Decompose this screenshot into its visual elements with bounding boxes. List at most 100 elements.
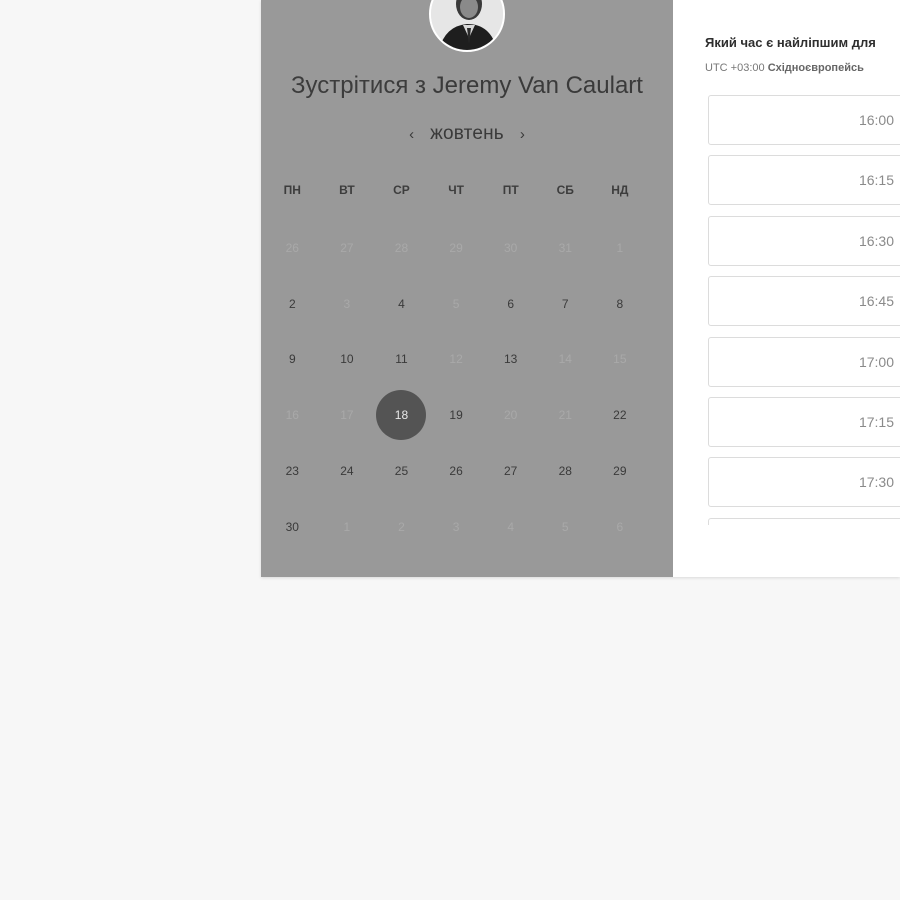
calendar-days-grid: 26 27 28 29 30 31 1 2 3 4 5 6 7 8 9 10 11 12 13 14 15 16 17 18 1… [265,220,675,555]
calendar-day[interactable]: 2 [265,276,320,332]
calendar-day-number: 23 [285,464,299,479]
calendar-day: 17 [320,387,375,443]
weekday-header: ПН ВТ СР ЧТ ПТ СБ НД [265,180,675,200]
calendar-day[interactable]: 23 [265,443,320,499]
calendar-day-number: 26 [285,240,299,255]
calendar-day[interactable]: 28 [538,443,593,499]
calendar-day[interactable]: 22 [593,387,648,443]
calendar-day: 26 [265,220,320,276]
time-slot-button[interactable]: 17:00 [708,336,900,387]
calendar-day: 1 [593,220,648,276]
calendar-day-number: 11 [395,352,408,367]
calendar-day-number: 2 [398,519,405,534]
calendar-day[interactable]: 7 [538,276,593,332]
timezone-name: Східноєвропейсь [767,62,864,74]
calendar-day-number: 12 [449,352,463,367]
calendar-day[interactable]: 11 [374,332,429,388]
calendar-day-number: 20 [503,408,518,423]
time-slot-button[interactable]: 16:00 [708,95,900,145]
calendar-day-number: 28 [394,240,409,255]
calendar-day[interactable]: 8 [593,276,648,332]
time-slot-button[interactable]: 16:45 [708,276,900,327]
calendar-day-number: 5 [561,519,569,534]
calendar-day-number: 4 [507,519,515,534]
calendar-day: 27 [320,220,375,276]
calendar-day[interactable]: 10 [320,332,375,388]
host-name: Jeremy Van Caulart [432,72,643,99]
calendar-day-number: 26 [449,464,463,479]
meeting-title: Зустрітися з Jeremy Van Caulart [261,72,673,100]
calendar-day-number: 10 [340,352,354,367]
calendar-day[interactable]: 19 [429,387,484,443]
time-slot-button[interactable] [708,517,900,525]
time-slots-panel: Який час є найліпшим для UTC +03:00 Схід… [673,0,900,577]
calendar-day-number: 4 [398,296,405,311]
calendar-day[interactable]: 6 [483,276,538,332]
calendar-day-number: 29 [613,464,627,479]
time-slot-button[interactable]: 17:30 [708,457,900,508]
calendar-day: 3 [429,499,484,555]
next-month-icon[interactable]: › [518,126,527,143]
weekday-label: СБ [556,183,574,197]
calendar-day-number: 1 [343,519,351,534]
calendar-day[interactable]: 25 [374,443,429,499]
calendar-day[interactable]: 26 [429,443,484,499]
calendar-day[interactable]: 4 [374,276,429,332]
calendar-day-number: 6 [616,519,624,534]
calendar-day-number: 3 [343,296,351,311]
calendar-day-number: 6 [507,296,515,311]
title-prefix: Зустрітися з [291,72,426,99]
calendar-day-number: 9 [288,352,296,367]
weekday-label: ВТ [339,183,355,197]
calendar-day-number: 21 [558,408,572,423]
calendar-day[interactable]: 27 [483,443,538,499]
calendar-day-number: 15 [613,352,627,367]
calendar-day-number: 24 [340,464,354,479]
calendar-day[interactable]: 13 [483,332,538,388]
calendar-day[interactable]: 29 [593,443,648,499]
host-avatar [429,0,505,52]
weekday-label: ПН [283,183,301,197]
calendar-day-number: 28 [558,464,572,479]
calendar-day: 5 [429,276,484,332]
calendar-day-number: 14 [558,352,572,367]
time-slot-button[interactable]: 17:15 [708,396,900,447]
calendar-day: 15 [593,332,648,388]
booking-card: Зустрітися з Jeremy Van Caulart ‹ жовтен… [261,0,900,577]
calendar-day[interactable]: 9 [265,332,320,388]
calendar-day-number: 22 [613,408,627,423]
calendar-day: 28 [374,220,429,276]
calendar-day-number: 19 [449,408,463,423]
calendar-day-number: 18 [394,408,409,423]
time-question: Який час є найліпшим для [705,35,876,50]
calendar-day-number: 8 [616,296,624,311]
calendar-day-number: 1 [616,240,624,255]
calendar-day[interactable]: 30 [265,499,320,555]
calendar-day: 1 [320,499,375,555]
weekday-label: НД [611,183,629,197]
calendar-day[interactable]: 24 [320,443,375,499]
calendar-day: 12 [429,332,484,388]
timezone-label[interactable]: UTC +03:00 Східноєвропейсь [705,62,864,74]
calendar-day-number: 27 [503,464,518,479]
calendar-day-number: 7 [561,296,569,311]
host-photo-icon [431,0,503,50]
calendar-day: 4 [483,499,538,555]
calendar-day-number: 29 [449,240,463,255]
time-slot-button[interactable]: 16:30 [708,215,900,266]
calendar-panel: Зустрітися з Jeremy Van Caulart ‹ жовтен… [261,0,673,577]
calendar-day-number: 2 [288,296,296,311]
timezone-offset: UTC +03:00 [705,62,765,74]
calendar-day-number: 13 [503,352,518,367]
time-slot-list: 16:00 16:15 16:30 16:45 17:00 17:15 17:30 [708,95,900,525]
calendar-day: 30 [483,220,538,276]
time-slot-button[interactable]: 16:15 [708,155,900,206]
prev-month-icon[interactable]: ‹ [407,126,416,143]
calendar-day-number: 16 [285,408,299,423]
calendar-day-number: 5 [452,296,460,311]
month-navigation: ‹ жовтень › [261,120,673,148]
calendar-day: 5 [538,499,593,555]
weekday-label: ПТ [502,183,519,197]
calendar-day-number: 31 [558,240,572,255]
calendar-day-selected[interactable]: 18 [374,387,429,443]
